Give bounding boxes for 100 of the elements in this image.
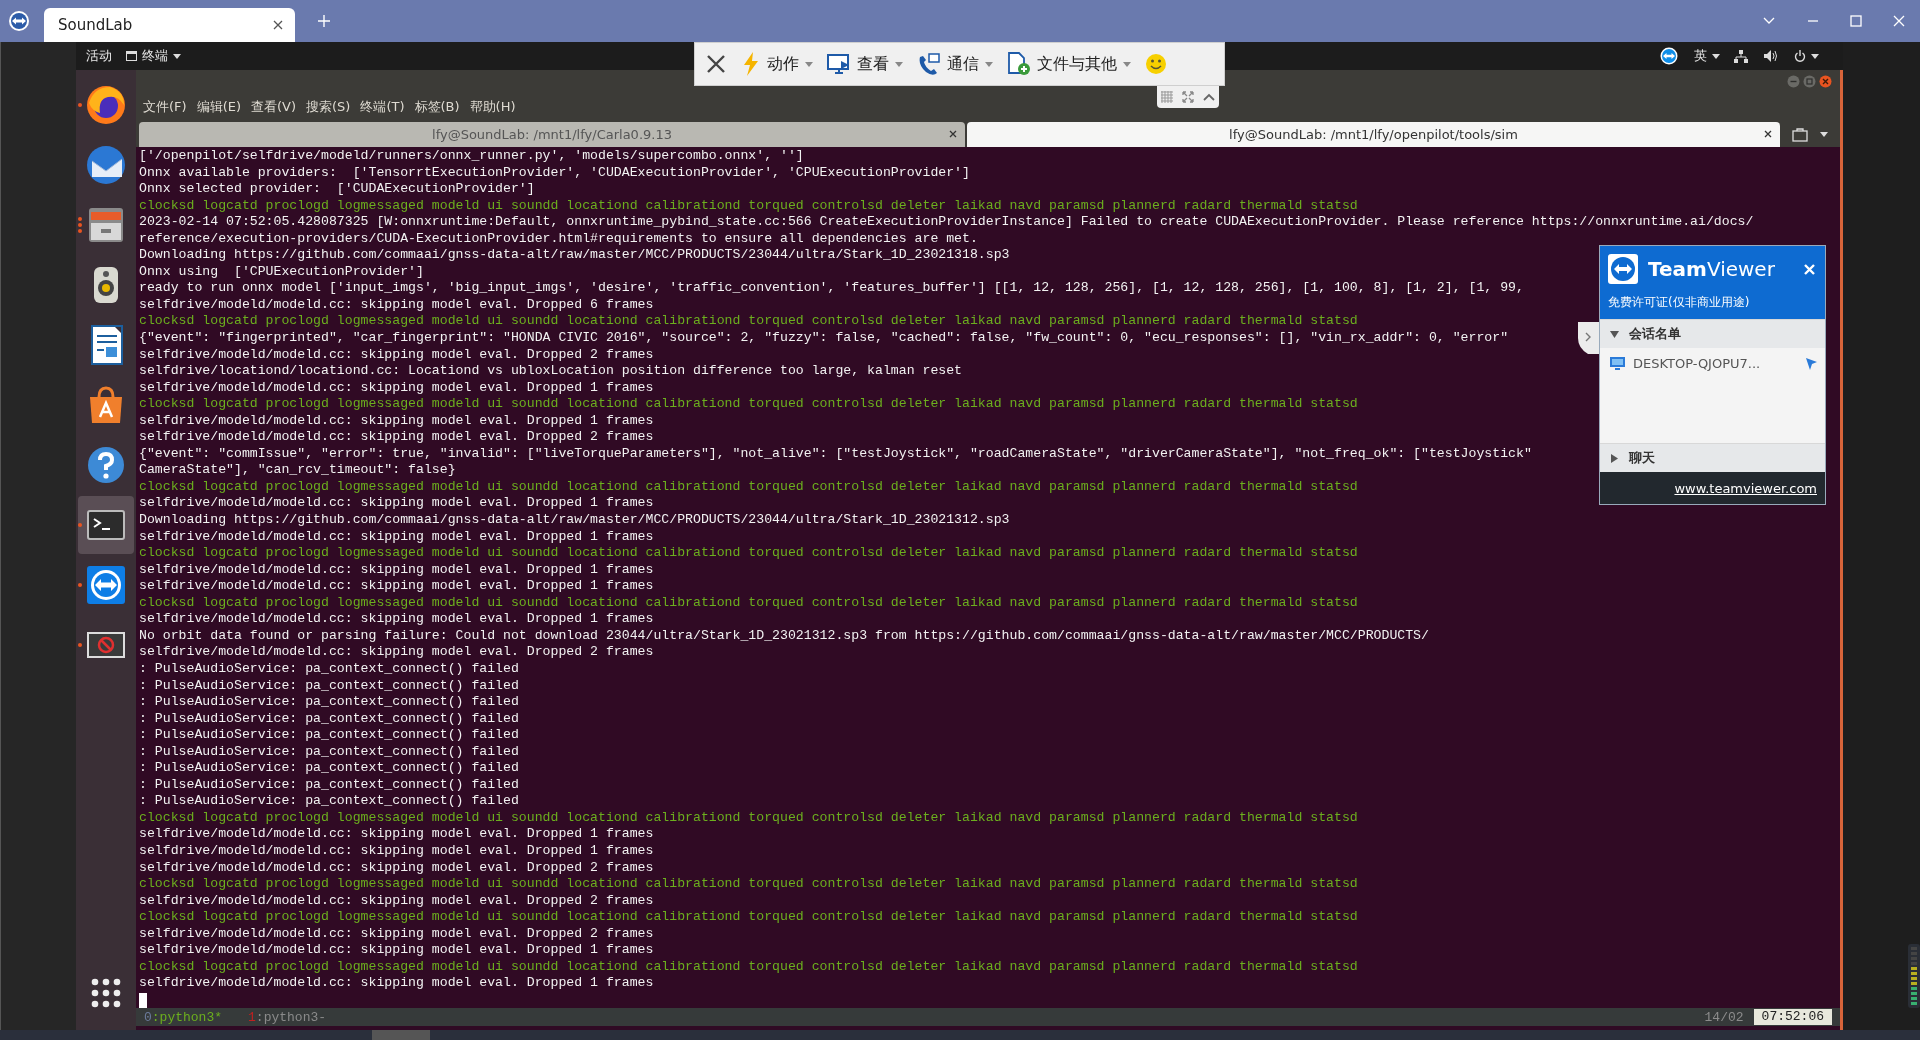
log-line: Downloading https://github.com/commaai/gnss-data-alt/raw/master/MCC/PRODUCTS/23044/ultra/Stark_1D_23021318.sp3: [139, 247, 1010, 264]
log-line: selfdrive/modeld/modeld.cc: skipping model eval. Dropped 1 frames: [139, 942, 654, 959]
cursor-arrow-icon[interactable]: [1806, 357, 1817, 370]
monitor-icon: [827, 53, 851, 75]
log-line: {"event": "fingerprinted", "car_fingerprint": "HONDA CIVIC 2016", "source": 2, "fuzzy": false, "cached": false, "fw_count": 0, "ecu_responses": [], "vin_rx_addr": 0, "error": [139, 330, 1509, 347]
log-line: selfdrive/locationd/locationd.cc: Locationd vs ubloxLocation position difference too large, kalman reset: [139, 363, 963, 380]
log-line: CameraState"], "can_rcv_timeout": false}: [139, 462, 456, 479]
minimize-icon[interactable]: [1787, 74, 1800, 88]
log-line: : PulseAudioService: pa_context_connect() failed: [139, 677, 519, 695]
teamviewer-icon[interactable]: [1660, 47, 1678, 65]
log-line: selfdrive/modeld/modeld.cc: skipping model eval. Dropped 1 frames: [139, 826, 654, 843]
process-list-line: clocksd logcatd proclogd logmessaged modeld ui soundd locationd calibrationd torqued controlsd deleter laikad navd paramsd plannerd radard thermald statsd: [139, 909, 1358, 926]
log-line: reference/execution-providers/CUDA-ExecutionProvider.html#requirements to ensure all dependencies are met.: [139, 230, 978, 248]
log-line: : PulseAudioService: pa_context_connect() failed: [139, 694, 519, 711]
process-list-line: clocksd logcatd proclogd logmessaged modeld ui soundd locationd calibrationd torqued controlsd deleter laikad navd paramsd plannerd radard thermald statsd: [139, 958, 1358, 976]
file-transfer-icon: [1007, 52, 1031, 76]
session-item[interactable]: DESKTOP-QJOPU7...: [1633, 356, 1761, 371]
computer-icon: [1610, 357, 1625, 370]
process-list-line: clocksd logcatd proclogd logmessaged modeld ui soundd locationd calibrationd torqued controlsd deleter laikad navd paramsd plannerd radard thermald statsd: [139, 545, 1358, 562]
teamviewer-icon[interactable]: [8, 10, 30, 32]
close-icon[interactable]: [273, 20, 283, 30]
app-grid-icon[interactable]: [91, 978, 121, 1008]
menu-item[interactable]: 搜索(S): [306, 98, 351, 116]
log-line: No orbit data found or parsing failure: Could not download 23044/ultra/Stark_1D_23021312.sp3 from https://github.com/commaai/gnss-data-alt/raw/master/MCC/PRODUCTS/: [139, 627, 1429, 645]
log-line: selfdrive/modeld/modeld.cc: skipping model eval. Dropped 1 frames: [139, 379, 654, 397]
log-line: selfdrive/modeld/modeld.cc: skipping model eval. Dropped 2 frames: [139, 925, 654, 943]
process-list-line: clocksd logcatd proclogd logmessaged modeld ui soundd locationd calibrationd torqued controlsd deleter laikad navd paramsd plannerd radard thermald statsd: [139, 396, 1358, 413]
log-line: selfdrive/modeld/modeld.cc: skipping model eval. Dropped 1 frames: [139, 412, 654, 430]
panel-title: TeamViewer: [1648, 257, 1775, 281]
toolbar-menu-button[interactable]: 动作: [741, 52, 813, 76]
menu-item[interactable]: 查看(V): [251, 98, 297, 116]
log-line: : PulseAudioService: pa_context_connect() failed: [139, 710, 519, 728]
activities-button[interactable]: 活动: [86, 47, 112, 65]
teamviewer-logo-icon: [1608, 254, 1638, 284]
grid-icon: [1161, 91, 1174, 103]
caret-icon[interactable]: [1820, 132, 1828, 137]
remote-control-icon[interactable]: [84, 563, 128, 607]
maximize-icon[interactable]: [1850, 15, 1862, 27]
caret-icon: [1712, 53, 1720, 59]
log-line: selfdrive/modeld/modeld.cc: skipping model eval. Dropped 2 frames: [139, 892, 654, 910]
log-line: Onnx available providers: ['TensorrtExecutionProvider', 'CUDAExecutionProvider', 'CPUExecutionProvider']: [139, 164, 970, 182]
log-line: 2023-02-14 07:52:05.428087325 [W:onnxruntime:Default, onnxruntime_pybind_state.cc:566 CreateExecutionProviderInstance] Failed to create CUDAExecutionProvider. Please reference https://onnxruntime.ai/docs/: [139, 214, 1754, 231]
license-note: 免费许可证(仅非商业用途): [1608, 294, 1751, 311]
smiley-icon[interactable]: [1145, 53, 1167, 75]
mail-icon[interactable]: [84, 143, 128, 187]
terminal-tab[interactable]: lfy@SoundLab: /mnt1/lfy/Carla0.9.13: [139, 122, 965, 147]
power-menu[interactable]: [1794, 50, 1819, 62]
browser-tab[interactable]: SoundLab: [44, 8, 295, 42]
section-header[interactable]: 会话名单: [1600, 319, 1825, 348]
log-line: selfdrive/modeld/modeld.cc: skipping model eval. Dropped 2 frames: [139, 859, 654, 877]
log-line: : PulseAudioService: pa_context_connect() failed: [139, 743, 519, 761]
terminal-tab[interactable]: lfy@SoundLab: /mnt1/lfy/openpilot/tools/sim: [967, 122, 1780, 147]
menu-item[interactable]: 终端(T): [360, 98, 405, 116]
browser-icon[interactable]: [84, 83, 128, 127]
caret-icon: [805, 61, 813, 67]
chevron-down-icon[interactable]: [1762, 16, 1776, 26]
menu-item[interactable]: 文件(F): [143, 98, 187, 116]
expand-tab-icon[interactable]: [1578, 322, 1599, 354]
log-line: : PulseAudioService: pa_context_connect() failed: [139, 793, 519, 810]
log-line: selfdrive/modeld/modeld.cc: skipping model eval. Dropped 2 frames: [139, 429, 654, 446]
text-cursor: [139, 992, 147, 1008]
menu-item[interactable]: 编辑(E): [196, 98, 241, 116]
menu-item[interactable]: 标签(B): [414, 98, 460, 116]
caret-icon: [1123, 61, 1131, 67]
close-icon[interactable]: [705, 53, 727, 75]
network-icon[interactable]: [1734, 49, 1748, 63]
log-line: selfdrive/modeld/modeld.cc: skipping model eval. Dropped 2 frames: [139, 346, 654, 364]
volume-icon[interactable]: [1764, 50, 1778, 62]
toolbar-menu-button[interactable]: 文件与其他: [1007, 52, 1131, 76]
menu-item[interactable]: 帮助(H): [469, 98, 516, 116]
new-tab-icon[interactable]: [1792, 127, 1808, 142]
toolbar-handle[interactable]: [1157, 86, 1219, 108]
close-icon[interactable]: [1764, 130, 1772, 138]
log-line: ready to run onnx model ['input_imgs', 'big_input_imgs', 'desire', 'traffic_convention', 'features_buffer'] [[1, 12, 128, 256], [1, 12, 128, 256], [1, 100, 8], [1, 2], [1, 99,: [139, 280, 1524, 297]
process-list-line: clocksd logcatd proclogd logmessaged modeld ui soundd locationd calibrationd torqued controlsd deleter laikad navd paramsd plannerd radard thermald statsd: [139, 313, 1358, 330]
log-line: selfdrive/modeld/modeld.cc: skipping model eval. Dropped 1 frames: [139, 842, 654, 860]
log-line: Onnx using ['CPUExecutionProvider']: [139, 263, 424, 281]
power-icon: [1794, 50, 1806, 62]
phone-icon: [917, 53, 941, 75]
log-line: selfdrive/modeld/modeld.cc: skipping model eval. Dropped 1 frames: [139, 611, 654, 628]
section-header[interactable]: 聊天: [1600, 443, 1825, 472]
caret-icon: [895, 61, 903, 67]
log-line: Onnx selected provider: ['CUDAExecutionProvider']: [139, 181, 535, 198]
app-menu[interactable]: 终端: [126, 47, 181, 65]
log-line: selfdrive/modeld/modeld.cc: skipping model eval. Dropped 1 frames: [139, 578, 654, 595]
close-icon[interactable]: [949, 130, 957, 138]
tmux-window-tab[interactable]: 0:python3*: [144, 1009, 223, 1025]
caret-icon: [1811, 53, 1819, 59]
process-list-line: clocksd logcatd proclogd logmessaged modeld ui soundd locationd calibrationd torqued controlsd deleter laikad navd paramsd plannerd radard thermald statsd: [139, 809, 1358, 827]
log-line: : PulseAudioService: pa_context_connect() failed: [139, 760, 519, 777]
toolbar-menu-button[interactable]: 通信: [917, 53, 993, 75]
caret-icon: [985, 61, 993, 67]
toolbar-menu-button[interactable]: 查看: [827, 53, 903, 75]
input-method-menu[interactable]: 英: [1694, 47, 1720, 65]
log-line: selfdrive/modeld/modeld.cc: skipping model eval. Dropped 1 frames: [139, 495, 654, 513]
log-line: : PulseAudioService: pa_context_connect() failed: [139, 660, 519, 678]
chevron-up-icon: [1202, 93, 1215, 101]
log-line: selfdrive/modeld/modeld.cc: skipping model eval. Dropped 2 frames: [139, 644, 654, 661]
plus-icon[interactable]: [317, 14, 331, 28]
log-line: selfdrive/modeld/modeld.cc: skipping model eval. Dropped 1 frames: [139, 561, 654, 579]
